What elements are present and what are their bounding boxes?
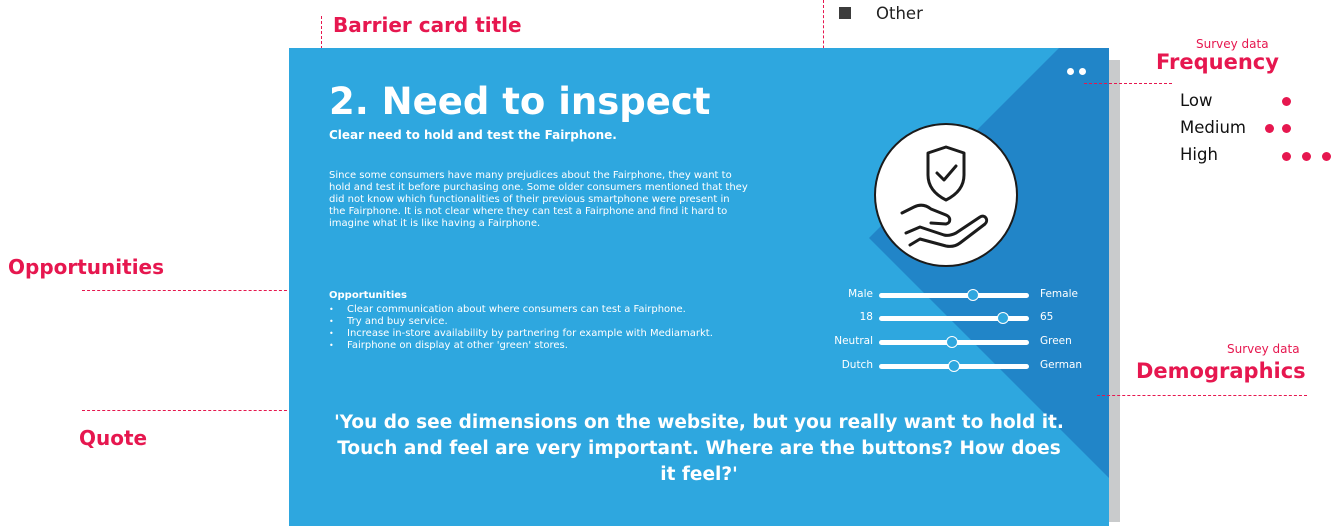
card-frequency-dots xyxy=(1067,68,1086,75)
demographics-leader-line xyxy=(1097,395,1307,396)
hand-shield-check-icon xyxy=(900,145,989,248)
barrier-card-title-annotation: Barrier card title xyxy=(333,13,522,37)
slider-track xyxy=(879,336,1029,348)
barrier-card: 2. Need to inspect Clear need to hold an… xyxy=(289,48,1109,526)
slider-right-label: Green xyxy=(1040,335,1072,347)
other-legend-label: Other xyxy=(876,4,923,23)
frequency-caption: Survey data xyxy=(1196,37,1269,51)
slider-track xyxy=(879,312,1029,324)
other-legend-swatch xyxy=(839,7,851,19)
slider-knob xyxy=(997,312,1009,324)
frequency-dot xyxy=(1282,124,1291,133)
opportunities-leader-line xyxy=(82,290,292,291)
slider-left-label: Neutral xyxy=(834,335,873,347)
icon-circle xyxy=(874,123,1018,267)
opportunities-annotation: Opportunities xyxy=(8,255,165,279)
frequency-dot xyxy=(1265,124,1274,133)
opportunity-item: Clear communication about where consumer… xyxy=(329,304,809,316)
demographic-slider-gender: Male Female xyxy=(809,288,1109,302)
frequency-level-low: Low xyxy=(1180,91,1213,110)
opportunities-list: Clear communication about where consumer… xyxy=(329,304,809,352)
quote-annotation: Quote xyxy=(79,426,148,450)
frequency-leader-line xyxy=(1084,83,1172,84)
card-body-text: Since some consumers have many prejudice… xyxy=(329,170,748,229)
demographics-caption: Survey data xyxy=(1227,342,1300,356)
frequency-dot xyxy=(1282,152,1291,161)
slider-right-label: Female xyxy=(1040,288,1078,300)
slider-left-label: Dutch xyxy=(841,359,873,371)
slider-left-label: 18 xyxy=(859,311,873,323)
frequency-level-high: High xyxy=(1180,145,1218,164)
quote-leader-line xyxy=(82,410,292,411)
frequency-dot xyxy=(1282,97,1291,106)
opportunity-item: Fairphone on display at other 'green' st… xyxy=(329,340,809,352)
card-frequency-dot xyxy=(1079,68,1086,75)
card-title: 2. Need to inspect xyxy=(329,80,711,123)
frequency-annotation: Frequency xyxy=(1156,50,1279,74)
demographic-slider-age: 18 65 xyxy=(809,311,1109,325)
slider-knob xyxy=(946,336,958,348)
demographic-slider-nationality: Dutch German xyxy=(809,359,1109,373)
opportunities-heading: Opportunities xyxy=(329,290,408,301)
demographic-slider-attitude: Neutral Green xyxy=(809,335,1109,349)
slider-knob xyxy=(967,289,979,301)
slider-knob xyxy=(947,360,960,372)
slider-track xyxy=(879,360,1029,372)
frequency-dot xyxy=(1322,152,1331,161)
slider-right-label: German xyxy=(1040,359,1083,371)
slider-right-label: 65 xyxy=(1040,311,1054,323)
frequency-level-medium: Medium xyxy=(1180,118,1246,137)
frequency-dot xyxy=(1302,152,1311,161)
card-subtitle: Clear need to hold and test the Fairphon… xyxy=(329,128,617,142)
slider-track xyxy=(879,289,1029,301)
opportunity-item: Increase in-store availability by partne… xyxy=(329,328,809,340)
slider-left-label: Male xyxy=(848,288,873,300)
opportunity-item: Try and buy service. xyxy=(329,316,809,328)
demographics-annotation: Demographics xyxy=(1136,359,1306,383)
card-frequency-dot xyxy=(1067,68,1074,75)
card-quote: 'You do see dimensions on the website, b… xyxy=(334,412,1064,485)
card-side-shadow xyxy=(1108,60,1120,522)
